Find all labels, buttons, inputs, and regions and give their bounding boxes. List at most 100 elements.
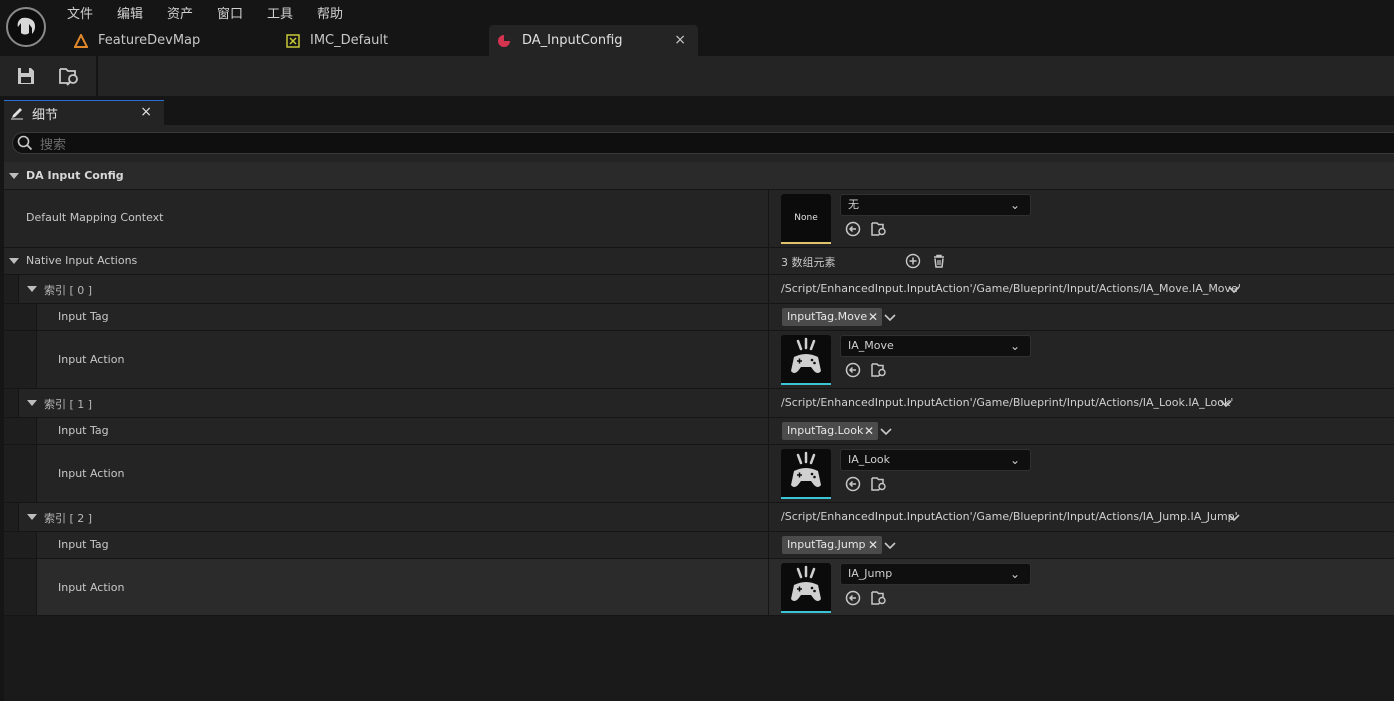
pencil-icon bbox=[11, 108, 23, 120]
search-icon bbox=[17, 135, 33, 151]
toolbar-separator bbox=[96, 56, 98, 96]
indent-guide bbox=[4, 445, 19, 502]
default-mapping-context-row: Default Mapping Context None 无 ⌄ bbox=[4, 190, 1394, 248]
use-selected-icon[interactable] bbox=[845, 221, 861, 237]
asset-thumbnail[interactable]: None bbox=[781, 194, 831, 244]
asset-picker-combo[interactable]: IA_Jump ⌄ bbox=[840, 563, 1031, 585]
chevron-down-icon[interactable] bbox=[27, 514, 37, 520]
tab-label: FeatureDevMap bbox=[98, 33, 201, 48]
asset-type-bar bbox=[781, 242, 831, 244]
column-splitter[interactable] bbox=[768, 503, 769, 531]
indent-guide bbox=[4, 503, 19, 531]
delete-all-icon[interactable] bbox=[931, 253, 947, 269]
gameplay-tag-chip[interactable]: InputTag.Move ✕ bbox=[782, 308, 882, 326]
browse-icon[interactable] bbox=[871, 221, 887, 237]
property-label: Input Action bbox=[58, 581, 125, 594]
chevron-down-icon[interactable] bbox=[9, 173, 19, 179]
asset-type-bar bbox=[781, 611, 831, 613]
input-action-row: Input Action IA_Move ⌄ bbox=[4, 331, 1394, 389]
browse-icon[interactable] bbox=[871, 590, 887, 606]
add-element-icon[interactable] bbox=[905, 253, 921, 269]
menu-window[interactable]: 窗口 bbox=[217, 3, 243, 22]
browse-icon[interactable] bbox=[871, 362, 887, 378]
chevron-down-icon[interactable] bbox=[882, 537, 898, 553]
remove-tag-icon[interactable]: ✕ bbox=[868, 536, 878, 554]
array-index-label: 索引 [ 2 ] bbox=[44, 512, 93, 525]
indent-guide bbox=[18, 304, 37, 330]
chevron-down-icon: ⌄ bbox=[1009, 339, 1020, 353]
column-splitter[interactable] bbox=[768, 418, 769, 444]
chevron-down-icon[interactable] bbox=[1218, 395, 1234, 411]
tab-da-input-config[interactable]: DA_InputConfig × bbox=[489, 25, 698, 56]
browse-to-asset-icon[interactable] bbox=[59, 66, 81, 86]
menu-file[interactable]: 文件 bbox=[67, 3, 93, 22]
unreal-logo-icon[interactable] bbox=[6, 7, 46, 47]
chevron-down-icon[interactable] bbox=[27, 286, 37, 292]
array-element-header[interactable]: 索引 [ 1 ] /Script/EnhancedInput.InputActi… bbox=[4, 389, 1394, 418]
array-element-header[interactable]: 索引 [ 0 ] /Script/EnhancedInput.InputActi… bbox=[4, 275, 1394, 304]
chevron-down-icon[interactable] bbox=[882, 309, 898, 325]
asset-type-bar bbox=[781, 497, 831, 499]
input-mapping-context-icon bbox=[286, 33, 300, 48]
save-icon[interactable] bbox=[16, 66, 36, 86]
column-splitter[interactable] bbox=[768, 275, 769, 303]
remove-tag-icon[interactable]: ✕ bbox=[864, 422, 874, 440]
column-splitter[interactable] bbox=[768, 331, 769, 388]
tag-value: InputTag.Jump bbox=[787, 538, 866, 551]
chevron-down-icon[interactable] bbox=[878, 423, 894, 439]
level-icon bbox=[74, 33, 88, 48]
chevron-down-icon: ⌄ bbox=[1009, 567, 1020, 581]
menu-help[interactable]: 帮助 bbox=[317, 3, 343, 22]
array-element-header[interactable]: 索引 [ 2 ] /Script/EnhancedInput.InputActi… bbox=[4, 503, 1394, 532]
asset-picker-combo[interactable]: 无 ⌄ bbox=[840, 194, 1031, 216]
column-splitter[interactable] bbox=[768, 389, 769, 417]
close-details-icon[interactable]: × bbox=[140, 104, 152, 120]
column-splitter[interactable] bbox=[768, 445, 769, 502]
menu-edit[interactable]: 编辑 bbox=[117, 3, 143, 22]
gamepad-icon bbox=[791, 451, 821, 487]
column-splitter[interactable] bbox=[768, 559, 769, 615]
property-label: Default Mapping Context bbox=[26, 211, 164, 224]
indent-guide bbox=[4, 418, 19, 444]
gameplay-tag-chip[interactable]: InputTag.Look ✕ bbox=[782, 422, 878, 440]
menu-asset[interactable]: 资产 bbox=[167, 3, 193, 22]
asset-thumbnail[interactable] bbox=[781, 335, 831, 385]
category-header[interactable]: DA Input Config bbox=[4, 162, 1394, 190]
gameplay-tag-chip[interactable]: InputTag.Jump ✕ bbox=[782, 536, 882, 554]
use-selected-icon[interactable] bbox=[845, 590, 861, 606]
tab-feature-dev-map[interactable]: FeatureDevMap bbox=[74, 25, 200, 56]
indent-guide bbox=[4, 532, 19, 558]
asset-picker-combo[interactable]: IA_Move ⌄ bbox=[840, 335, 1031, 357]
tab-imc-default[interactable]: IMC_Default bbox=[286, 25, 388, 56]
column-splitter[interactable] bbox=[768, 532, 769, 558]
details-tab[interactable]: 细节 × bbox=[4, 100, 164, 125]
close-tab-icon[interactable]: × bbox=[674, 32, 686, 48]
chevron-down-icon[interactable] bbox=[9, 258, 19, 264]
asset-picker-value: IA_Move bbox=[848, 339, 894, 352]
asset-thumbnail[interactable] bbox=[781, 449, 831, 499]
remove-tag-icon[interactable]: ✕ bbox=[868, 308, 878, 326]
search-input[interactable] bbox=[12, 132, 1394, 154]
use-selected-icon[interactable] bbox=[845, 362, 861, 378]
search-placeholder: 搜索 bbox=[40, 138, 67, 153]
input-tag-row: Input Tag InputTag.Jump ✕ bbox=[4, 532, 1394, 559]
asset-picker-combo[interactable]: IA_Look ⌄ bbox=[840, 449, 1031, 471]
menu-tools[interactable]: 工具 bbox=[267, 3, 293, 22]
chevron-down-icon: ⌄ bbox=[1009, 198, 1020, 212]
chevron-down-icon[interactable] bbox=[27, 400, 37, 406]
column-splitter[interactable] bbox=[768, 190, 769, 247]
indent-guide bbox=[4, 275, 19, 303]
property-label: Input Action bbox=[58, 467, 125, 480]
input-action-row: Input Action IA_Look ⌄ bbox=[4, 445, 1394, 503]
asset-picker-value: IA_Jump bbox=[848, 567, 893, 580]
column-splitter[interactable] bbox=[768, 304, 769, 330]
native-input-actions-row[interactable]: Native Input Actions 3 数组元素 bbox=[4, 248, 1394, 275]
asset-thumbnail[interactable] bbox=[781, 563, 831, 613]
chevron-down-icon[interactable] bbox=[1226, 281, 1242, 297]
indent-guide bbox=[4, 331, 19, 388]
use-selected-icon[interactable] bbox=[845, 476, 861, 492]
property-label: Input Action bbox=[58, 353, 125, 366]
browse-icon[interactable] bbox=[871, 476, 887, 492]
column-splitter[interactable] bbox=[768, 248, 769, 274]
chevron-down-icon[interactable] bbox=[1226, 509, 1242, 525]
